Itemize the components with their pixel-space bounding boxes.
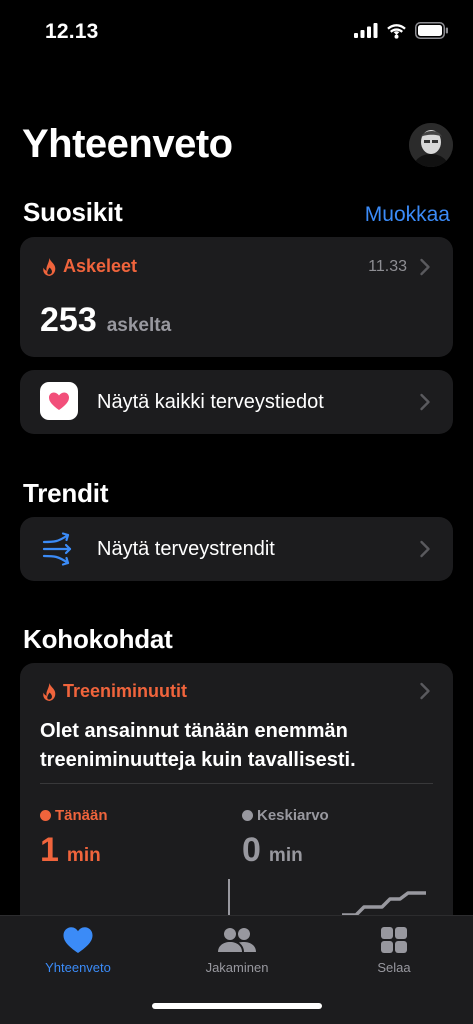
- tab-sharing[interactable]: Jakaminen: [177, 926, 297, 975]
- today-dot-icon: [40, 810, 51, 821]
- exercise-card-header: Treeniminuutit: [42, 681, 187, 702]
- section-title-trends: Trendit: [23, 478, 109, 508]
- flame-icon: [43, 257, 56, 276]
- exercise-minutes-card[interactable]: Treeniminuutit Olet ansainnut tänään ene…: [20, 663, 453, 943]
- legend-average-label: Keskiarvo: [257, 807, 329, 824]
- legend-average: Keskiarvo: [242, 807, 329, 824]
- heart-icon: [63, 927, 93, 953]
- page-title: Yhteenveto: [22, 122, 233, 166]
- cellular-signal-icon: [354, 23, 378, 38]
- flame-icon: [43, 682, 56, 701]
- chevron-right-icon: [420, 258, 430, 276]
- tab-summary-label: Yhteenveto: [45, 960, 111, 975]
- average-value: 0: [242, 831, 261, 869]
- legend-today: Tänään: [40, 807, 108, 824]
- battery-icon: [415, 22, 448, 39]
- health-app-icon: [40, 382, 78, 420]
- steps-card-header: Askeleet: [42, 256, 137, 277]
- average-unit: min: [268, 845, 303, 866]
- health-trends-row[interactable]: Näytä terveystrendit: [20, 517, 453, 581]
- status-icons: [354, 22, 449, 39]
- home-indicator: [152, 1003, 322, 1009]
- today-value: 1: [40, 831, 59, 869]
- highlight-description: Olet ansainnut tänään enemmän treeniminu…: [40, 720, 356, 771]
- steps-card-time: 11.33: [368, 258, 407, 275]
- chevron-right-icon: [420, 540, 430, 558]
- tab-sharing-label: Jakaminen: [205, 960, 269, 975]
- tab-browse-label: Selaa: [377, 960, 411, 975]
- legend-today-label: Tänään: [55, 807, 108, 824]
- average-series-line: [342, 891, 426, 917]
- status-bar: 12.13: [0, 0, 473, 66]
- average-dot-icon: [242, 810, 253, 821]
- health-trends-label: Näytä terveystrendit: [97, 538, 275, 560]
- all-health-data-row[interactable]: Näytä kaikki terveystiedot: [20, 370, 453, 434]
- section-title-favorites: Suosikit: [23, 197, 123, 227]
- wifi-icon: [387, 23, 406, 39]
- chevron-right-icon: [420, 393, 430, 411]
- steps-value: 253 askelta: [40, 301, 171, 340]
- all-health-data-label: Näytä kaikki terveystiedot: [97, 391, 324, 413]
- steps-card[interactable]: Askeleet 11.33 253 askelta: [20, 237, 453, 357]
- today-stat: 1 min: [40, 831, 101, 870]
- steps-card-title: Askeleet: [63, 256, 138, 276]
- exercise-card-title: Treeniminuutit: [63, 681, 188, 701]
- divider: [40, 783, 433, 784]
- average-stat: 0 min: [242, 831, 303, 870]
- chevron-right-icon: [420, 682, 430, 700]
- today-unit: min: [66, 845, 101, 866]
- people-icon: [218, 928, 256, 952]
- grid-icon: [381, 927, 407, 953]
- heart-icon: [49, 392, 69, 410]
- tab-browse[interactable]: Selaa: [334, 926, 454, 975]
- trends-icon: [42, 532, 72, 566]
- steps-unit: askelta: [106, 315, 172, 336]
- profile-photo-icon: [409, 123, 453, 167]
- section-title-highlights: Kohokohdat: [23, 624, 173, 654]
- steps-count: 253: [40, 301, 97, 339]
- avatar[interactable]: [409, 123, 453, 167]
- status-time: 12.13: [45, 20, 99, 43]
- edit-button[interactable]: Muokkaa: [365, 203, 450, 227]
- tab-summary[interactable]: Yhteenveto: [18, 926, 138, 975]
